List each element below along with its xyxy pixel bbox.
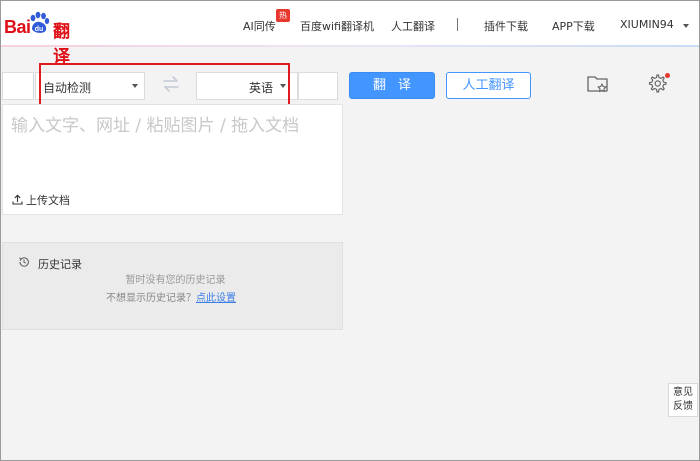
source-text-input-area[interactable]: 输入文字、网址 / 粘贴图片 / 拖入文档 上传文档	[2, 104, 343, 215]
notification-dot	[665, 73, 670, 78]
history-hide-row: 不想显示历史记录？点此设置	[106, 289, 236, 304]
history-settings-link[interactable]: 点此设置	[196, 293, 236, 304]
feedback-line-1: 意见	[673, 387, 693, 398]
baidu-fanyi-logo[interactable]: Bai du 翻译	[4, 9, 84, 67]
upload-icon	[12, 194, 23, 205]
history-empty-text: 暂时没有您的历史记录	[125, 275, 226, 286]
logo-text-bai: Bai	[4, 17, 31, 37]
translate-button[interactable]: 翻译	[349, 72, 435, 99]
nav-wifi-translator[interactable]: 百度wifi翻译机	[300, 18, 374, 34]
feedback-line-2: 反馈	[673, 401, 693, 412]
top-nav-bar: Bai du 翻译 AI同传 热 百度wifi翻译机 人工翻译 插件下载 APP…	[0, 0, 700, 67]
lang-bar-right-edge	[298, 72, 338, 100]
nav-human-translation[interactable]: 人工翻译	[391, 18, 435, 34]
svg-text:du: du	[35, 26, 44, 33]
header-gradient-line	[0, 45, 700, 47]
hot-badge: 热	[276, 9, 290, 22]
annotation-highlight-box	[39, 63, 290, 107]
favorites-folder-icon[interactable]	[586, 73, 610, 95]
history-empty-message: 暂时没有您的历史记录	[3, 271, 344, 286]
history-hide-prefix: 不想显示历史记录？	[106, 293, 196, 304]
nav-divider	[457, 18, 458, 31]
upload-label: 上传文档	[26, 194, 70, 207]
lang-bar-left-edge	[2, 72, 34, 100]
nav-plugin-download[interactable]: 插件下载	[484, 18, 528, 34]
logo-text-fanyi: 翻译	[53, 22, 70, 67]
history-title: 历史记录	[38, 258, 82, 271]
upload-document-button[interactable]: 上传文档	[12, 192, 70, 208]
baidu-paw-icon: du	[30, 11, 50, 33]
human-translation-button[interactable]: 人工翻译	[446, 72, 531, 99]
chevron-down-icon[interactable]	[683, 24, 689, 28]
nav-ai-interpretation[interactable]: AI同传	[243, 18, 276, 34]
history-clock-icon	[19, 257, 29, 267]
feedback-button[interactable]: 意见 反馈	[668, 383, 698, 417]
nav-user-menu[interactable]: XIUMIN94	[620, 18, 674, 31]
input-placeholder: 输入文字、网址 / 粘贴图片 / 拖入文档	[11, 116, 300, 136]
nav-app-download[interactable]: APP下载	[552, 18, 595, 34]
history-panel: 历史记录 暂时没有您的历史记录 不想显示历史记录？点此设置	[2, 242, 343, 330]
